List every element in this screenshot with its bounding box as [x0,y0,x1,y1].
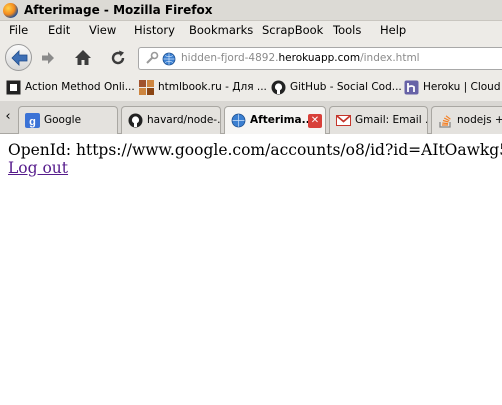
forward-button[interactable] [38,48,58,68]
tab-strip: ‹ g Google havard/node-... Afterima... ✕… [0,101,502,135]
url-text[interactable]: hidden-fjord-4892.herokuapp.com/index.ht… [181,52,420,64]
menu-tools[interactable]: Tools [333,23,361,37]
reload-icon [111,50,125,65]
menu-file[interactable]: File [9,23,28,37]
heroku-icon [404,80,419,95]
logout-link[interactable]: Log out [8,159,68,177]
tab-github-repo[interactable]: havard/node-... [121,106,221,134]
close-tab-icon[interactable]: ✕ [308,114,322,128]
menu-bar: File Edit View History Bookmarks ScrapBo… [0,21,502,41]
navigation-toolbar: hidden-fjord-4892.herokuapp.com/index.ht… [0,41,502,74]
menu-scrapbook[interactable]: ScrapBook [262,23,323,37]
page-content: OpenId: https://www.google.com/accounts/… [0,134,502,405]
bookmark-label: Action Method Onli... [25,81,135,93]
tab-stackoverflow[interactable]: nodejs + e [431,106,502,134]
site-identity-icon[interactable] [144,51,159,66]
address-bar[interactable]: hidden-fjord-4892.herokuapp.com/index.ht… [138,47,502,70]
tab-label: Google [44,114,82,126]
svg-text:g: g [29,116,36,128]
url-host-prefix: hidden-fjord-4892. [181,52,279,64]
bookmark-label: Heroku | Cloud A [423,81,502,93]
forward-arrow-icon [42,52,54,64]
menu-history[interactable]: History [134,23,175,37]
home-icon [75,50,91,65]
back-arrow-icon [11,50,28,66]
bookmark-label: htmlbook.ru - Для ... [158,81,267,93]
globe-icon [162,52,176,66]
bookmark-label: GitHub - Social Cod... [290,81,402,93]
tab-gmail[interactable]: Gmail: Email ... [329,106,428,134]
url-domain: herokuapp.com [278,52,361,64]
menu-view[interactable]: View [89,23,116,37]
tab-label: havard/node-... [147,114,221,126]
tab-label: Gmail: Email ... [355,114,428,126]
globe-icon [231,113,246,128]
bookmarks-toolbar: Action Method Onli... htmlbook.ru - Для … [0,74,502,101]
openid-text: OpenId: https://www.google.com/accounts/… [8,141,502,159]
menu-help[interactable]: Help [380,23,406,37]
gmail-icon [336,115,351,126]
tab-label: Afterima... [250,114,314,126]
google-icon: g [25,113,40,128]
home-button[interactable] [73,48,93,68]
menu-edit[interactable]: Edit [48,23,70,37]
htmlbook-icon [139,80,154,95]
github-icon [128,113,143,128]
url-path: /index.html [360,52,420,64]
reload-button[interactable] [108,48,128,68]
firefox-icon [3,3,18,18]
menu-bookmarks[interactable]: Bookmarks [189,23,253,37]
window-titlebar: Afterimage - Mozilla Firefox [0,0,502,21]
tab-afterimage[interactable]: Afterima... ✕ [224,106,326,135]
github-icon [271,80,286,95]
window-title: Afterimage - Mozilla Firefox [24,3,213,17]
tab-scroll-left-button[interactable]: ‹ [2,108,14,126]
action-method-icon [6,80,21,95]
tab-google[interactable]: g Google [18,106,118,134]
tab-label: nodejs + e [457,114,502,126]
stackoverflow-icon [439,115,451,128]
back-button[interactable] [5,44,32,71]
